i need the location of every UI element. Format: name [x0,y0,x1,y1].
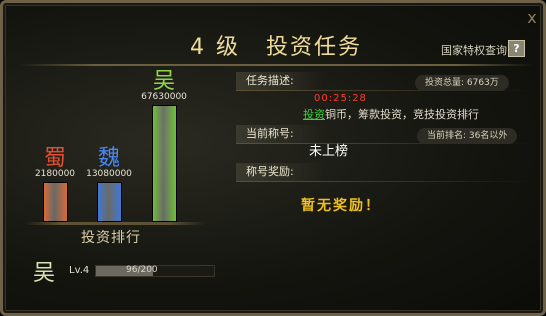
player-country: 吴 [33,261,56,286]
chart-title: 投资排行 [81,230,141,246]
investment-task-window: x 4 级投资任务 国家特权查询 ? 2180000 蜀 13080000 魏 67630… [0,0,546,316]
bar-category-label: 吴 [152,69,175,94]
task-level: 4 [189,35,206,60]
bar-category-label: 蜀 [43,146,66,171]
task-description: 投资铜币，筹款投资，竞技投资排行 [303,106,479,122]
countdown-timer: 00:25:28 [314,93,367,104]
current-title-value: 未上榜 [309,144,349,159]
bar-2 [97,182,122,222]
task-description-text: 铜币，筹款投资，竞技投资排行 [325,108,479,121]
total-investment: 投资总量: 6763万 [415,75,509,91]
task-level-suffix: 级 [215,35,240,60]
bar-category-label: 魏 [97,146,120,171]
xp-bar: 96/200 [95,265,215,277]
player-level: Lv.4 [69,265,90,276]
task-title-text: 投资任务 [266,35,363,60]
current-rank: 当前排名: 36名以外 [417,128,518,144]
invest-link[interactable]: 投资 [303,108,325,121]
task-desc-label: 任务描述: [236,72,324,90]
bar-3 [152,105,177,222]
help-icon[interactable]: ? [508,40,525,57]
country-privilege-link[interactable]: 国家特权查询 [441,42,507,58]
bar-1 [43,182,68,222]
title-divider [19,64,533,66]
title-reward-label: 称号奖励: [236,163,324,181]
reward-value: 暂无奖励！ [301,198,381,214]
section-divider [236,181,536,182]
chart-baseline [25,222,205,225]
close-icon[interactable]: x [522,9,542,27]
xp-text: 96/200 [126,265,158,275]
